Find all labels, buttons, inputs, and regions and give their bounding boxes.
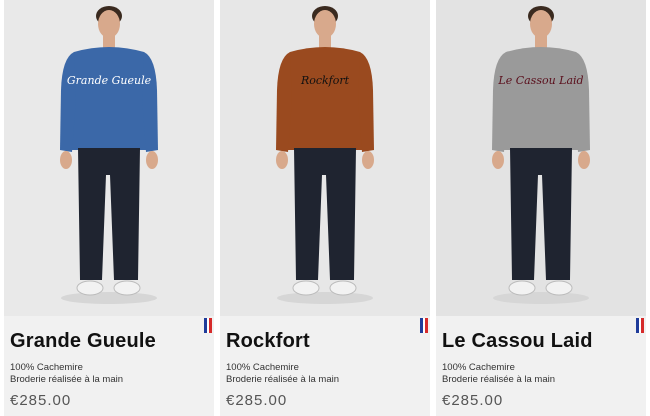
product-description: 100% Cachemire Broderie réalisée à la ma… bbox=[10, 362, 123, 386]
hand-left bbox=[492, 151, 504, 169]
hand-left bbox=[60, 151, 72, 169]
product-price: €285.00 bbox=[10, 392, 72, 409]
product-photo[interactable]: Le Cassou Laid bbox=[436, 0, 646, 316]
head bbox=[98, 10, 120, 38]
french-flag-icon bbox=[420, 318, 429, 333]
jeans bbox=[510, 148, 572, 280]
product-title[interactable]: Grande Gueule bbox=[10, 330, 156, 353]
head bbox=[314, 10, 336, 38]
product-title[interactable]: Le Cassou Laid bbox=[442, 330, 593, 353]
embroidered-text: Grande Gueule bbox=[67, 74, 152, 87]
product-price: €285.00 bbox=[442, 392, 504, 409]
product-description: 100% Cachemire Broderie réalisée à la ma… bbox=[442, 362, 555, 386]
embroidery-text: Broderie réalisée à la main bbox=[10, 374, 124, 385]
product-photo[interactable]: Grande Gueule bbox=[4, 0, 214, 316]
shoe-left bbox=[76, 280, 104, 296]
jeans bbox=[294, 148, 356, 280]
french-flag-icon bbox=[204, 318, 213, 333]
hand-right bbox=[146, 151, 158, 169]
model-figure: Grande Gueule bbox=[60, 6, 158, 304]
shoe-left bbox=[508, 280, 536, 296]
embroidered-text: Rockfort bbox=[300, 74, 350, 87]
product-description: 100% Cachemire Broderie réalisée à la ma… bbox=[226, 362, 339, 386]
material-text: 100% Cachemire bbox=[442, 362, 515, 373]
floor-shadow bbox=[493, 292, 589, 304]
floor-shadow bbox=[277, 292, 373, 304]
hand-right bbox=[362, 151, 374, 169]
model-figure: Le Cassou Laid bbox=[492, 6, 590, 304]
product-grid: Grande Gueule Grande Gueule 100% Cachemi… bbox=[0, 0, 650, 416]
product-price: €285.00 bbox=[226, 392, 288, 409]
product-photo[interactable]: Rockfort bbox=[220, 0, 430, 316]
model-figure: Rockfort bbox=[276, 6, 374, 304]
hand-right bbox=[578, 151, 590, 169]
sweater-body bbox=[282, 47, 368, 150]
embroidery-text: Broderie réalisée à la main bbox=[442, 374, 556, 385]
shoe-right bbox=[329, 280, 357, 296]
sweater-body bbox=[498, 47, 584, 150]
french-flag-icon bbox=[636, 318, 645, 333]
material-text: 100% Cachemire bbox=[226, 362, 299, 373]
hand-left bbox=[276, 151, 288, 169]
shoe-right bbox=[545, 280, 573, 296]
shoe-left bbox=[292, 280, 320, 296]
neck bbox=[103, 34, 115, 48]
floor-shadow bbox=[61, 292, 157, 304]
product-card-grande-gueule[interactable]: Grande Gueule Grande Gueule 100% Cachemi… bbox=[4, 0, 214, 416]
embroidered-text: Le Cassou Laid bbox=[497, 74, 583, 87]
product-card-rockfort[interactable]: Rockfort Rockfort 100% Cachemire Broderi… bbox=[220, 0, 430, 416]
neck bbox=[535, 34, 547, 48]
embroidery-text: Broderie réalisée à la main bbox=[226, 374, 340, 385]
product-title[interactable]: Rockfort bbox=[226, 330, 310, 353]
head bbox=[530, 10, 552, 38]
product-card-le-cassou-laid[interactable]: Le Cassou Laid Le Cassou Laid 100% Cache… bbox=[436, 0, 646, 416]
shoe-right bbox=[113, 280, 141, 296]
material-text: 100% Cachemire bbox=[10, 362, 83, 373]
jeans bbox=[78, 148, 140, 280]
sweater-body bbox=[66, 47, 152, 150]
neck bbox=[319, 34, 331, 48]
